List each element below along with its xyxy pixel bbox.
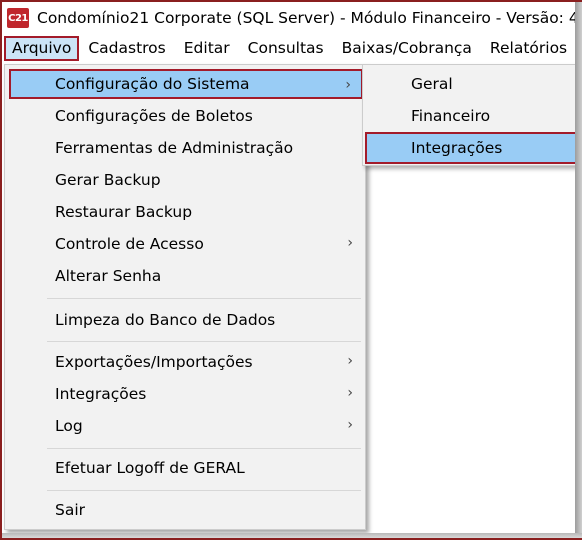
menu-separator	[47, 448, 361, 449]
menu-item-configuracao-do-sistema[interactable]: Configuração do Sistema ›	[9, 69, 363, 99]
menu-item-log[interactable]: Log ›	[9, 411, 363, 441]
menu-item-controle-de-acesso[interactable]: Controle de Acesso ›	[9, 229, 363, 259]
arquivo-dropdown-menu: Configuração do Sistema › Configurações …	[4, 64, 366, 530]
menu-cadastros[interactable]: Cadastros	[79, 36, 174, 61]
submenu-item-label: Financeiro	[411, 107, 491, 125]
menu-item-configuracoes-de-boletos[interactable]: Configurações de Boletos	[9, 101, 363, 131]
title-bar: C21 Condomínio21 Corporate (SQL Server) …	[2, 2, 580, 34]
submenu-item-label: Integrações	[411, 139, 503, 157]
submenu-item-financeiro[interactable]: Financeiro	[365, 100, 579, 132]
menu-item-exportacoes-importacoes[interactable]: Exportações/Importações ›	[9, 347, 363, 377]
menu-item-label: Exportações/Importações	[55, 353, 253, 371]
menu-item-limpeza-do-banco-de-dados[interactable]: Limpeza do Banco de Dados	[9, 305, 363, 335]
menu-item-label: Alterar Senha	[55, 267, 162, 285]
menu-bar: Arquivo Cadastros Editar Consultas Baixa…	[2, 34, 580, 63]
menu-item-label: Configuração do Sistema	[55, 75, 250, 93]
menu-item-label: Efetuar Logoff de GERAL	[55, 459, 245, 477]
menu-consultas[interactable]: Consultas	[239, 36, 333, 61]
submenu-item-integracoes[interactable]: Integrações	[365, 132, 579, 164]
configuracao-submenu: Geral Financeiro Integrações	[362, 64, 580, 166]
frame-shadow-right	[575, 0, 582, 540]
menu-separator	[47, 298, 361, 299]
menu-item-efetuar-logoff[interactable]: Efetuar Logoff de GERAL	[9, 453, 363, 483]
menu-item-alterar-senha[interactable]: Alterar Senha	[9, 261, 363, 291]
menu-separator	[47, 490, 361, 491]
menu-item-label: Configurações de Boletos	[55, 107, 253, 125]
submenu-item-label: Geral	[411, 75, 453, 93]
chevron-right-icon: ›	[347, 353, 353, 369]
menu-item-label: Limpeza do Banco de Dados	[55, 311, 276, 329]
menu-item-gerar-backup[interactable]: Gerar Backup	[9, 165, 363, 195]
menu-item-ferramentas-de-administracao[interactable]: Ferramentas de Administração	[9, 133, 363, 163]
menu-item-integracoes[interactable]: Integrações ›	[9, 379, 363, 409]
menu-separator	[47, 341, 361, 342]
chevron-right-icon: ›	[347, 417, 353, 433]
chevron-right-icon: ›	[347, 385, 353, 401]
menu-item-label: Ferramentas de Administração	[55, 139, 294, 157]
menu-item-label: Integrações	[55, 385, 147, 403]
menu-item-sair[interactable]: Sair	[9, 495, 363, 525]
menu-item-label: Sair	[55, 501, 86, 519]
chevron-right-icon: ›	[347, 235, 353, 251]
menu-item-label: Log	[55, 417, 83, 435]
menu-item-restaurar-backup[interactable]: Restaurar Backup	[9, 197, 363, 227]
menu-item-label: Restaurar Backup	[55, 203, 193, 221]
menu-baixas-cobranca[interactable]: Baixas/Cobrança	[333, 36, 481, 61]
frame-shadow-bottom	[0, 533, 582, 540]
menu-relatorios[interactable]: Relatórios	[481, 36, 576, 61]
chevron-right-icon: ›	[345, 77, 351, 93]
menu-arquivo[interactable]: Arquivo	[4, 36, 80, 61]
app-logo-icon: C21	[7, 8, 29, 28]
menu-item-label: Controle de Acesso	[55, 235, 204, 253]
menu-editar[interactable]: Editar	[175, 36, 239, 61]
menu-item-label: Gerar Backup	[55, 171, 161, 189]
window-title: Condomínio21 Corporate (SQL Server) - Mó…	[37, 9, 579, 27]
submenu-item-geral[interactable]: Geral	[365, 68, 579, 100]
